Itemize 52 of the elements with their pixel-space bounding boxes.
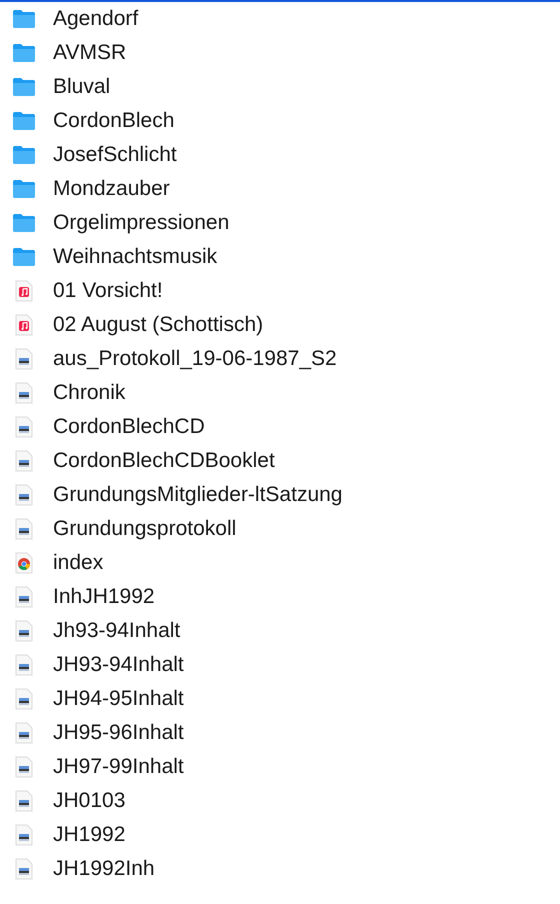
document-icon <box>15 450 33 472</box>
file-name[interactable]: Weihnachtsmusik <box>53 245 218 269</box>
file-name[interactable]: Chronik <box>53 381 126 405</box>
document-icon <box>15 484 33 506</box>
folder-icon <box>12 43 36 63</box>
file-name[interactable]: CordonBlechCD <box>53 415 205 439</box>
file-name[interactable]: JH0103 <box>53 789 126 813</box>
document-icon <box>15 688 33 710</box>
document-icon <box>15 382 33 404</box>
file-name[interactable]: Orgelimpressionen <box>53 211 230 235</box>
folder-icon <box>12 77 36 97</box>
document-icon <box>15 756 33 778</box>
file-name[interactable]: Agendorf <box>53 7 138 31</box>
file-name[interactable]: JH95-96Inhalt <box>53 721 184 745</box>
document-icon <box>15 858 33 880</box>
file-name[interactable]: 01 Vorsicht! <box>53 279 163 303</box>
music-file-icon <box>15 280 33 302</box>
file-name[interactable]: JH97-99Inhalt <box>53 755 184 779</box>
folder-icon <box>12 145 36 165</box>
file-name[interactable]: 02 August (Schottisch) <box>53 313 264 337</box>
document-icon <box>15 586 33 608</box>
chrome-file-icon <box>15 552 33 574</box>
document-icon <box>15 722 33 744</box>
folder-icon <box>12 111 36 131</box>
file-name[interactable]: JosefSchlicht <box>53 143 177 167</box>
file-name[interactable]: aus_Protokoll_19-06-1987_S2 <box>53 347 337 371</box>
file-name[interactable]: InhJH1992 <box>53 585 155 609</box>
document-icon <box>15 518 33 540</box>
file-name[interactable]: Mondzauber <box>53 177 170 201</box>
document-icon <box>15 824 33 846</box>
document-icon <box>15 790 33 812</box>
document-icon <box>15 416 33 438</box>
folder-icon <box>12 179 36 199</box>
file-name[interactable]: JH1992Inh <box>53 857 155 881</box>
music-file-icon <box>15 314 33 336</box>
file-name[interactable]: Bluval <box>53 75 110 99</box>
document-icon <box>15 620 33 642</box>
folder-icon <box>12 213 36 233</box>
file-name[interactable]: index <box>53 551 104 575</box>
file-name[interactable]: Grundungsprotokoll <box>53 517 236 541</box>
file-name[interactable]: JH93-94Inhalt <box>53 653 184 677</box>
folder-icon <box>12 247 36 267</box>
file-name[interactable]: CordonBlechCDBooklet <box>53 449 275 473</box>
file-name[interactable]: JH1992 <box>53 823 126 847</box>
file-name[interactable]: Jh93-94Inhalt <box>53 619 180 643</box>
document-icon <box>15 348 33 370</box>
file-name[interactable]: JH94-95Inhalt <box>53 687 184 711</box>
document-icon <box>15 654 33 676</box>
file-name[interactable]: AVMSR <box>53 41 126 65</box>
file-name[interactable]: CordonBlech <box>53 109 174 133</box>
folder-icon <box>12 9 36 29</box>
file-name[interactable]: GrundungsMitglieder-ltSatzung <box>53 483 342 507</box>
